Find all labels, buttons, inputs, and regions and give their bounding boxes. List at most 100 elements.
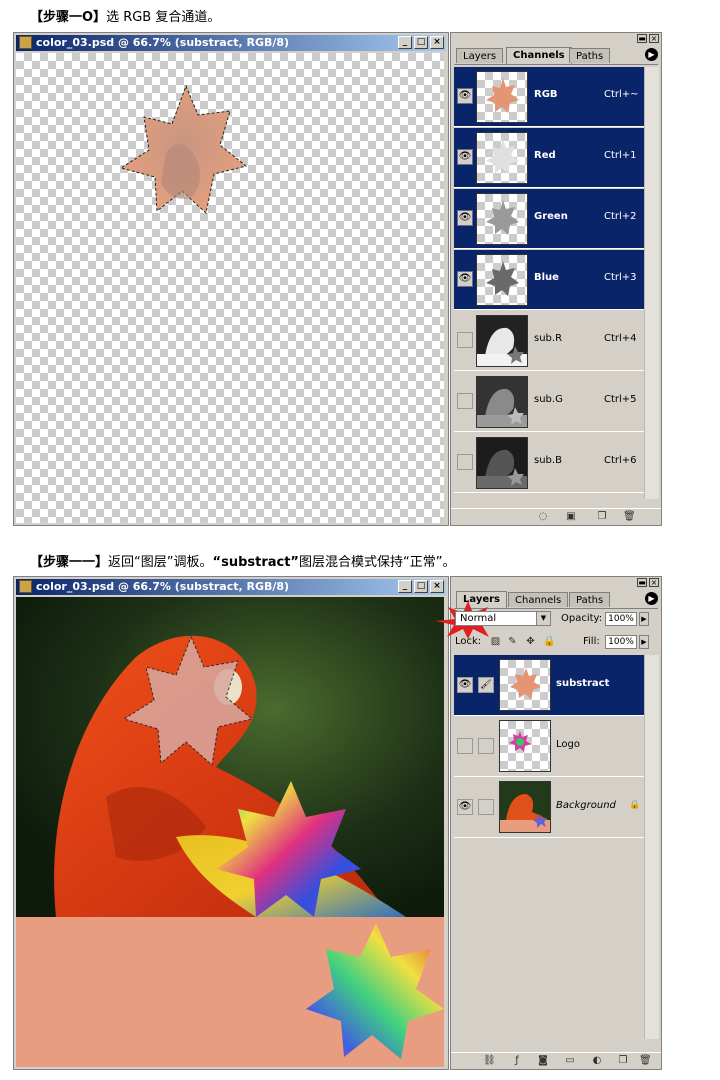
step-10-text: 选 RGB 复合通道。: [106, 10, 221, 25]
tab-channels[interactable]: Channels: [506, 47, 572, 64]
layer-style-icon[interactable]: ƒ: [511, 1055, 523, 1066]
link-toggle-empty[interactable]: [478, 738, 494, 754]
lock-position-icon[interactable]: ✥: [525, 636, 536, 647]
minimize-button[interactable]: _: [398, 36, 412, 49]
lock-transparency-icon[interactable]: ▨: [490, 636, 501, 647]
mask-icon[interactable]: ◙: [537, 1055, 549, 1066]
step-11-quote-2: “substract”: [212, 555, 299, 570]
tab-channels[interactable]: Channels: [508, 592, 569, 607]
parrot-thumb-icon: [499, 781, 551, 833]
lock-icon: 🔒: [629, 800, 641, 810]
trash-icon[interactable]: 🗑: [623, 511, 636, 522]
document-canvas[interactable]: [16, 597, 444, 1067]
fill-slider-button[interactable]: ▶: [639, 635, 649, 649]
document-window-1: color_03.psd @ 66.7% (substract, RGB/8) …: [13, 32, 449, 526]
channel-row-sub-r[interactable]: sub.R Ctrl+4: [454, 311, 644, 371]
tab-paths[interactable]: Paths: [569, 592, 611, 607]
adjustment-icon[interactable]: ◐: [591, 1055, 603, 1066]
maximize-button[interactable]: □: [414, 580, 428, 593]
psd-file-icon: [19, 580, 32, 593]
palette-drag-bar[interactable]: ▬ ×: [451, 577, 661, 589]
step-11-caption: 【步骤一一】返回“图层”调板。“substract”图层混合模式保持“正常”。: [30, 551, 456, 570]
step-11-quote-1: “图层”: [134, 555, 174, 570]
step-11-text-1: 返回: [108, 555, 135, 570]
eye-icon[interactable]: 👁: [457, 799, 473, 815]
parrot-gray-thumb-icon: [476, 376, 528, 428]
eye-icon[interactable]: 👁: [457, 271, 473, 287]
layer-row-logo[interactable]: Logo: [454, 716, 644, 777]
eye-icon[interactable]: 👁: [457, 88, 473, 104]
palette-close-button[interactable]: ×: [649, 34, 659, 43]
load-selection-icon[interactable]: ◌: [537, 511, 549, 522]
eye-icon[interactable]: 👁: [457, 677, 473, 693]
close-button[interactable]: ×: [430, 580, 444, 593]
opacity-input[interactable]: 100%: [605, 612, 637, 626]
selected-star-shape: [119, 84, 248, 214]
palette-minimize-button[interactable]: ▬: [637, 34, 647, 43]
palette-tabs: Layers Channels Paths: [454, 47, 658, 65]
layer-name: substract: [556, 678, 610, 689]
channel-row-blue[interactable]: 👁 Blue Ctrl+3: [454, 250, 644, 310]
blend-mode-value: Normal: [460, 613, 497, 624]
document-title: color_03.psd @ 66.7% (substract, RGB/8): [36, 580, 290, 593]
tab-paths[interactable]: Paths: [569, 48, 611, 63]
channels-palette-footer: ◌ ▣ ❐ 🗑: [451, 508, 661, 525]
star-light-thumb-icon: [476, 132, 528, 184]
star-color-thumb-icon: [499, 659, 551, 711]
document-canvas[interactable]: [16, 53, 444, 523]
eye-toggle-empty[interactable]: [457, 454, 473, 470]
close-button[interactable]: ×: [430, 36, 444, 49]
channel-name: sub.R: [534, 333, 563, 344]
palette-menu-button[interactable]: ▶: [645, 48, 658, 61]
channel-row-red[interactable]: 👁 Red Ctrl+1: [454, 128, 644, 188]
channels-scrollbar[interactable]: [644, 67, 659, 499]
layer-row-background[interactable]: 👁 Background 🔒: [454, 777, 644, 838]
fill-input[interactable]: 100%: [605, 635, 637, 649]
channel-row-green[interactable]: 👁 Green Ctrl+2: [454, 189, 644, 249]
channel-name: Green: [534, 211, 568, 222]
trash-icon[interactable]: 🗑: [639, 1055, 652, 1066]
channel-row-sub-g[interactable]: sub.G Ctrl+5: [454, 372, 644, 432]
palette-drag-bar[interactable]: ▬ ×: [451, 33, 661, 45]
channel-name: Blue: [534, 272, 559, 283]
layer-row-substract[interactable]: 👁 🖌 substract: [454, 655, 644, 716]
document-title-bar[interactable]: color_03.psd @ 66.7% (substract, RGB/8) …: [16, 35, 446, 51]
parrot-dark-thumb-icon: [476, 437, 528, 489]
minimize-button[interactable]: _: [398, 580, 412, 593]
link-toggle-empty[interactable]: [478, 799, 494, 815]
palette-close-button[interactable]: ×: [649, 578, 659, 587]
palette-minimize-button[interactable]: ▬: [637, 578, 647, 587]
layer-name: Background: [556, 800, 616, 811]
palette-menu-button[interactable]: ▶: [645, 592, 658, 605]
eye-toggle-empty[interactable]: [457, 738, 473, 754]
step-10-caption: 【步骤一O】选 RGB 复合通道。: [30, 6, 220, 25]
channel-row-sub-b[interactable]: sub.B Ctrl+6: [454, 433, 644, 493]
channel-shortcut: Ctrl+~: [604, 89, 639, 100]
opacity-slider-button[interactable]: ▶: [639, 612, 649, 626]
channel-shortcut: Ctrl+2: [604, 211, 637, 222]
lock-image-icon[interactable]: ✎: [507, 636, 518, 647]
lock-all-icon[interactable]: 🔒: [543, 636, 555, 647]
brush-icon[interactable]: 🖌: [478, 677, 494, 693]
layers-palette: ▬ × Layers Channels Paths ▶ Normal ▼ Opa…: [435, 576, 662, 1070]
eye-icon[interactable]: 👁: [457, 149, 473, 165]
document-title-bar[interactable]: color_03.psd @ 66.7% (substract, RGB/8) …: [16, 579, 446, 595]
eye-icon[interactable]: 👁: [457, 210, 473, 226]
eye-toggle-empty[interactable]: [457, 332, 473, 348]
blend-mode-select[interactable]: Normal ▼: [455, 611, 551, 626]
star-color-thumb-icon: [476, 71, 528, 123]
new-channel-icon[interactable]: ❐: [596, 511, 608, 522]
channel-name: sub.G: [534, 394, 563, 405]
tab-layers[interactable]: Layers: [456, 48, 504, 63]
document-window-2: color_03.psd @ 66.7% (substract, RGB/8) …: [13, 576, 449, 1070]
maximize-button[interactable]: □: [414, 36, 428, 49]
link-icon[interactable]: ⛓: [483, 1055, 496, 1066]
chevron-down-icon[interactable]: ▼: [536, 612, 550, 625]
new-layer-icon[interactable]: ❐: [617, 1055, 629, 1066]
eye-toggle-empty[interactable]: [457, 393, 473, 409]
save-selection-icon[interactable]: ▣: [565, 511, 577, 522]
layers-scrollbar[interactable]: [644, 655, 659, 1039]
channel-row-rgb[interactable]: 👁 RGB Ctrl+~: [454, 67, 644, 127]
channel-shortcut: Ctrl+5: [604, 394, 637, 405]
folder-icon[interactable]: ▭: [564, 1055, 576, 1066]
